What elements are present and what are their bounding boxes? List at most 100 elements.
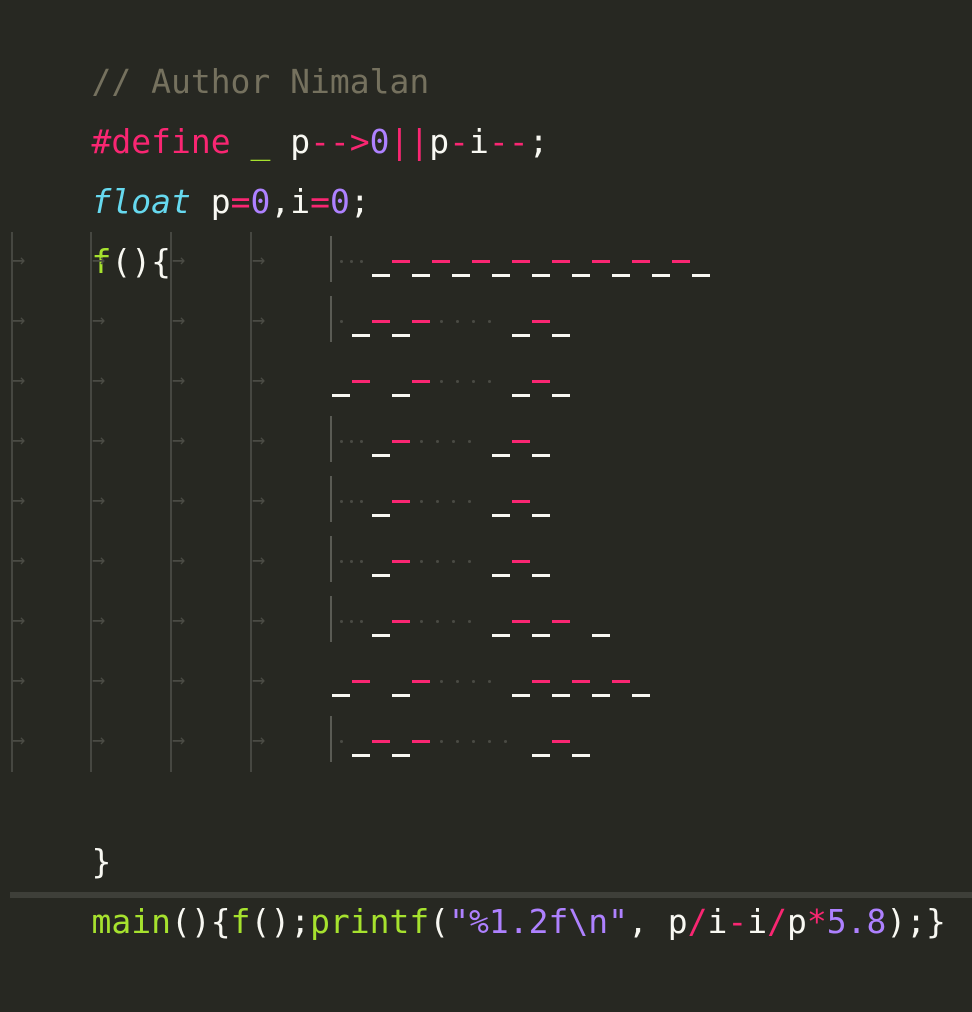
indent-bar bbox=[330, 716, 332, 762]
art-underscore bbox=[492, 634, 510, 637]
token-punct: ( bbox=[429, 902, 450, 941]
whitespace-dot bbox=[436, 560, 439, 563]
whitespace-dot bbox=[420, 560, 423, 563]
art-dash bbox=[512, 620, 530, 623]
art-dash bbox=[572, 680, 590, 683]
whitespace-dot bbox=[440, 740, 443, 743]
token-or: || bbox=[389, 122, 430, 161]
token-number: 0 bbox=[369, 122, 390, 161]
art-underscore bbox=[592, 694, 610, 697]
tab-arrow-icon: → bbox=[172, 308, 186, 333]
code-line-3: float p=0,i=0; bbox=[12, 112, 369, 221]
whitespace-dot bbox=[360, 440, 363, 443]
art-underscore bbox=[592, 634, 610, 637]
tab-arrow-icon: → bbox=[252, 548, 266, 573]
art-underscore bbox=[492, 574, 510, 577]
art-underscore bbox=[532, 514, 550, 517]
whitespace-dot bbox=[472, 380, 475, 383]
art-underscore bbox=[372, 514, 390, 517]
tab-arrow-icon: → bbox=[12, 668, 26, 693]
whitespace-dot bbox=[452, 440, 455, 443]
token-number: 5.8 bbox=[826, 902, 887, 941]
tab-arrow-icon: → bbox=[172, 668, 186, 693]
whitespace-dot bbox=[456, 320, 459, 323]
whitespace-dot bbox=[468, 440, 471, 443]
art-underscore bbox=[372, 454, 390, 457]
tab-arrow-icon: → bbox=[252, 248, 266, 273]
art-dash bbox=[532, 380, 550, 383]
whitespace-dot bbox=[340, 440, 343, 443]
token-var: , p bbox=[627, 902, 688, 941]
tab-arrow-icon: → bbox=[12, 248, 26, 273]
whitespace-dot bbox=[340, 740, 343, 743]
token-minus: - bbox=[727, 902, 748, 941]
art-underscore bbox=[492, 274, 510, 277]
art-dash bbox=[432, 260, 450, 263]
token-decrement: -- bbox=[488, 122, 529, 161]
tab-arrow-icon: → bbox=[172, 248, 186, 273]
whitespace-dot bbox=[452, 500, 455, 503]
art-underscore bbox=[392, 754, 410, 757]
token-semicolon: ; bbox=[349, 182, 370, 221]
whitespace-dot bbox=[360, 500, 363, 503]
tab-arrow-icon: → bbox=[252, 488, 266, 513]
whitespace-dot bbox=[488, 320, 491, 323]
tab-arrow-icon: → bbox=[172, 608, 186, 633]
code-editor[interactable]: // Author Nimalan #define _ p-->0||p-i--… bbox=[0, 0, 972, 941]
whitespace-dot bbox=[350, 500, 353, 503]
whitespace-dot bbox=[468, 500, 471, 503]
tab-arrow-icon: → bbox=[172, 728, 186, 753]
art-dash bbox=[512, 440, 530, 443]
whitespace-dot bbox=[504, 740, 507, 743]
tab-arrow-icon: → bbox=[92, 548, 106, 573]
art-dash bbox=[592, 260, 610, 263]
art-underscore bbox=[692, 274, 710, 277]
art-dash bbox=[512, 260, 530, 263]
whitespace-dot bbox=[456, 680, 459, 683]
whitespace-dot bbox=[420, 620, 423, 623]
indent-bar bbox=[330, 416, 332, 462]
art-dash bbox=[392, 500, 410, 503]
horizontal-scrollbar[interactable] bbox=[10, 892, 972, 898]
art-underscore bbox=[572, 274, 590, 277]
tab-arrow-icon: → bbox=[252, 308, 266, 333]
whitespace-dot bbox=[452, 620, 455, 623]
tab-arrow-icon: → bbox=[252, 608, 266, 633]
tab-arrow-icon: → bbox=[92, 248, 106, 273]
art-underscore bbox=[392, 334, 410, 337]
art-dash bbox=[472, 260, 490, 263]
whitespace-dot bbox=[436, 500, 439, 503]
tab-arrow-icon: → bbox=[92, 368, 106, 393]
tab-arrow-icon: → bbox=[252, 428, 266, 453]
token-p: p bbox=[429, 122, 450, 161]
token-assign: = bbox=[310, 182, 330, 221]
whitespace-dot bbox=[420, 500, 423, 503]
art-underscore bbox=[372, 574, 390, 577]
token-minus: - bbox=[449, 122, 470, 161]
indent-bar bbox=[330, 236, 332, 282]
art-underscore bbox=[372, 634, 390, 637]
art-underscore bbox=[552, 334, 570, 337]
art-underscore bbox=[492, 514, 510, 517]
art-dash bbox=[512, 560, 530, 563]
tab-arrow-icon: → bbox=[12, 548, 26, 573]
indent-bar bbox=[330, 536, 332, 582]
whitespace-dot bbox=[360, 260, 363, 263]
token-divide: / bbox=[687, 902, 708, 941]
whitespace-dot bbox=[350, 260, 353, 263]
art-dash bbox=[352, 680, 370, 683]
token-punct: (); bbox=[250, 902, 311, 941]
whitespace-dot bbox=[340, 560, 343, 563]
whitespace-dot bbox=[488, 380, 491, 383]
tab-arrow-icon: → bbox=[12, 368, 26, 393]
tab-arrow-icon: → bbox=[92, 308, 106, 333]
art-dash bbox=[672, 260, 690, 263]
token-number: 0 bbox=[329, 182, 350, 221]
art-dash bbox=[352, 380, 370, 383]
art-underscore bbox=[512, 394, 530, 397]
whitespace-dot bbox=[436, 440, 439, 443]
token-assign: = bbox=[230, 182, 251, 221]
art-dash bbox=[412, 320, 430, 323]
art-dash bbox=[392, 440, 410, 443]
art-underscore bbox=[532, 754, 550, 757]
